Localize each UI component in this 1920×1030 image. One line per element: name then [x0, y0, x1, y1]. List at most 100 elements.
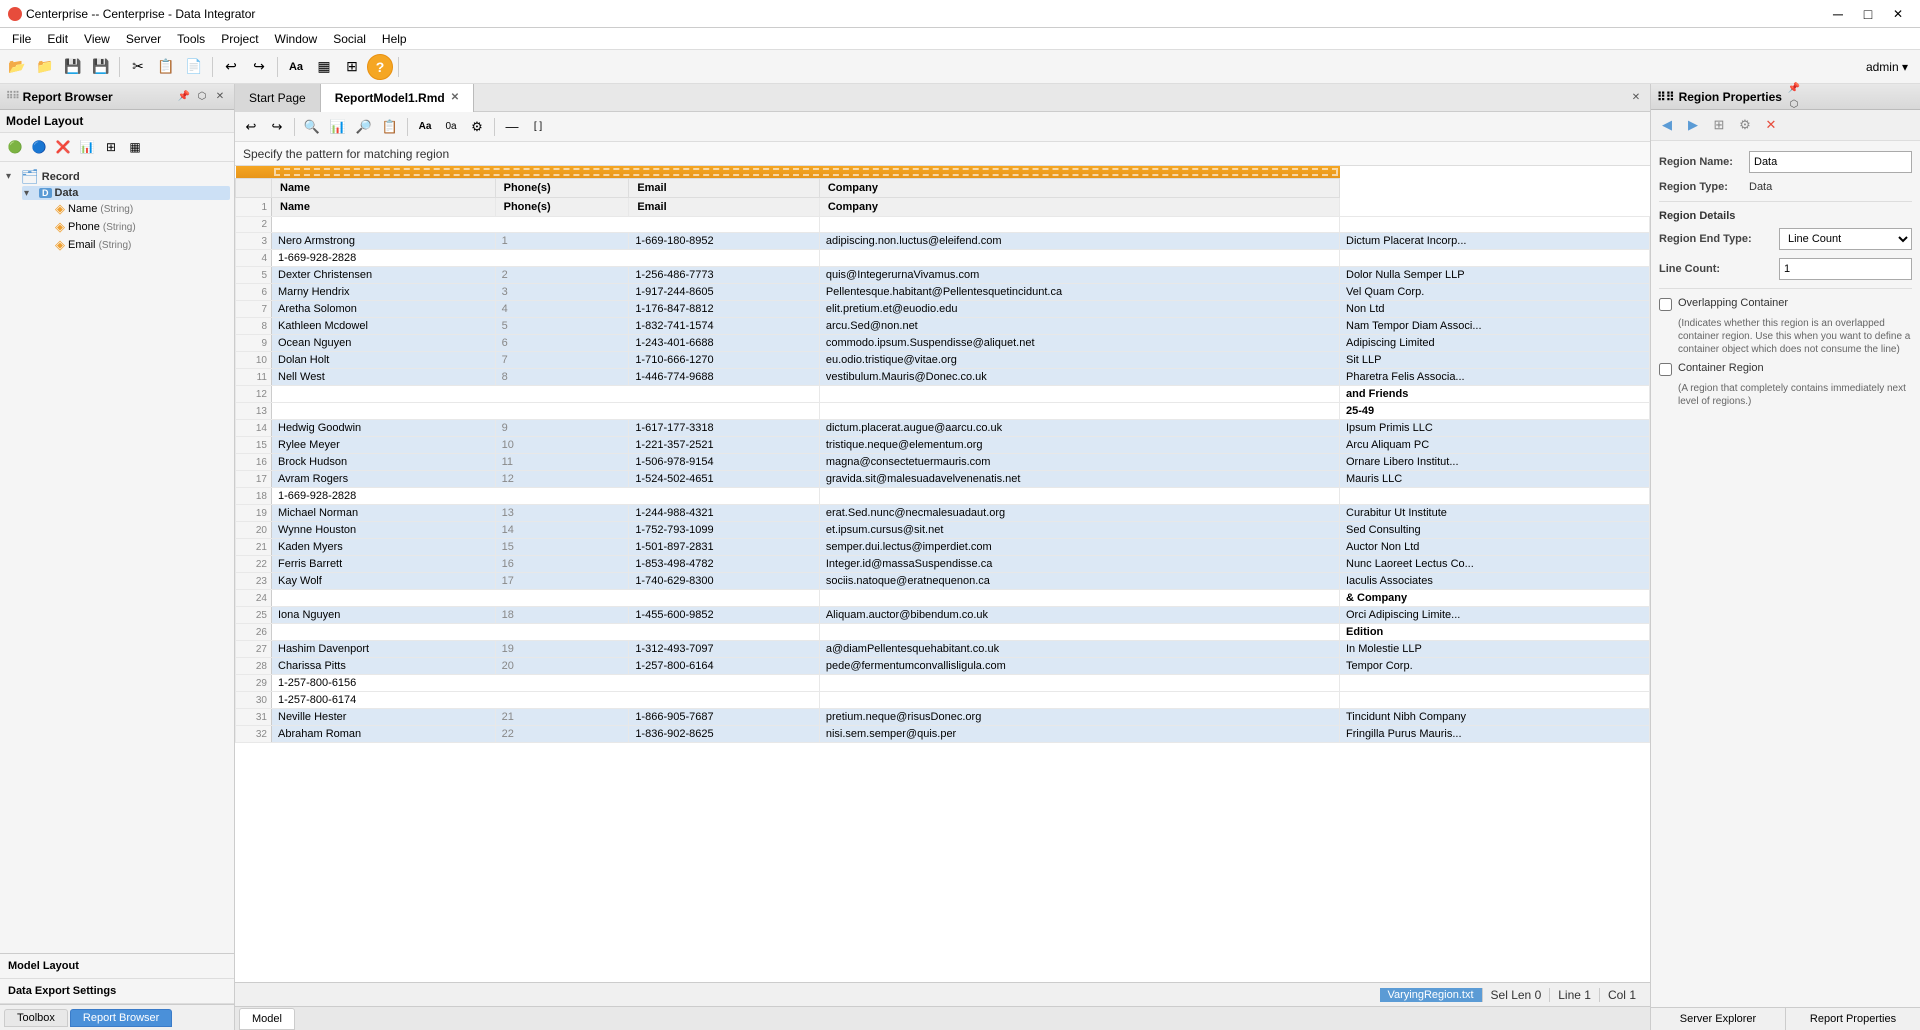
- container-region-desc: (A region that completely contains immed…: [1678, 382, 1912, 408]
- server-explorer-tab[interactable]: Server Explorer: [1651, 1008, 1786, 1030]
- new-button[interactable]: 📂: [4, 54, 30, 80]
- extra-company-cell: [1340, 250, 1650, 267]
- tab-report-model[interactable]: ReportModel1.Rmd ✕: [321, 84, 474, 112]
- rp-action-button[interactable]: ⊞: [1707, 113, 1731, 137]
- menu-server[interactable]: Server: [118, 30, 169, 48]
- menu-social[interactable]: Social: [325, 30, 374, 48]
- ct-bracket[interactable]: [ ]: [526, 115, 550, 139]
- ct-dash[interactable]: —: [500, 115, 524, 139]
- empty-cell2: [819, 403, 1339, 420]
- excel-button[interactable]: 📊: [76, 136, 98, 158]
- menu-window[interactable]: Window: [267, 30, 326, 48]
- panel-close-button[interactable]: ✕: [212, 89, 228, 105]
- region-type-value: Data: [1749, 181, 1772, 193]
- index-cell: 21: [495, 709, 629, 726]
- admin-dropdown[interactable]: admin ▾: [1858, 58, 1916, 76]
- field-icon-email: ◈: [55, 237, 65, 253]
- email-cell: et.ipsum.cursus@sit.net: [819, 522, 1339, 539]
- tree-field-phone[interactable]: ◈ Phone (String): [38, 218, 230, 236]
- redo-button[interactable]: ↪: [246, 54, 272, 80]
- extra-company-cell: Edition: [1340, 624, 1650, 641]
- grid-table: Name Phone(s) Email Company 1NamePhone(s…: [235, 166, 1650, 743]
- menu-view[interactable]: View: [76, 30, 118, 48]
- name-cell: Dexter Christensen: [272, 267, 496, 284]
- help-button[interactable]: ?: [367, 54, 393, 80]
- phone-cell: 1-455-600-9852: [629, 607, 820, 624]
- save-all-button[interactable]: 💾: [88, 54, 114, 80]
- container-region-checkbox[interactable]: [1659, 363, 1672, 376]
- close-button[interactable]: ✕: [1884, 3, 1912, 25]
- phone-cell: 1-501-897-2831: [629, 539, 820, 556]
- copy-button[interactable]: 📋: [153, 54, 179, 80]
- left-panel: ⠿⠿ Report Browser 📌 ⬡ ✕ Model Layout 🟢 🔵…: [0, 84, 235, 1030]
- panel-float-button[interactable]: ⬡: [194, 89, 210, 105]
- tab-toolbox[interactable]: Toolbox: [4, 1009, 68, 1027]
- index-cell: 22: [495, 726, 629, 743]
- rp-settings-button[interactable]: ⚙: [1733, 113, 1757, 137]
- ct-aa[interactable]: Aa: [413, 115, 437, 139]
- menu-edit[interactable]: Edit: [39, 30, 76, 48]
- center-area: Start Page ReportModel1.Rmd ✕ ✕ ↩ ↪ 🔍 📊 …: [235, 84, 1650, 1030]
- footer-data-export[interactable]: Data Export Settings: [0, 979, 234, 1004]
- ct-find[interactable]: 🔍: [300, 115, 324, 139]
- report-properties-tab[interactable]: Report Properties: [1786, 1008, 1920, 1030]
- menu-help[interactable]: Help: [374, 30, 415, 48]
- region-end-type-select[interactable]: Line Count: [1779, 228, 1912, 250]
- menu-file[interactable]: File: [4, 30, 39, 48]
- ct-gear[interactable]: ⚙: [465, 115, 489, 139]
- tree-row-record[interactable]: ▾ 🗂 Record: [4, 167, 230, 186]
- tab-report-browser[interactable]: Report Browser: [70, 1009, 172, 1027]
- grid-button[interactable]: ▦: [311, 54, 337, 80]
- rp-forward-button[interactable]: ▶: [1681, 113, 1705, 137]
- table-button[interactable]: ⊞: [100, 136, 122, 158]
- panel-pin-button[interactable]: 📌: [176, 89, 192, 105]
- ct-clip[interactable]: 📋: [378, 115, 402, 139]
- empty-cell2: [819, 217, 1339, 233]
- company-cell: Arcu Aliquam PC: [1340, 437, 1650, 454]
- data-grid[interactable]: Name Phone(s) Email Company 1NamePhone(s…: [235, 166, 1650, 982]
- ct-0a[interactable]: 0a: [439, 115, 463, 139]
- rp-pin-button[interactable]: 📌: [1786, 81, 1802, 97]
- field-icon-phone: ◈: [55, 219, 65, 235]
- overlapping-container-label: Overlapping Container: [1678, 297, 1788, 309]
- tab-close-icon[interactable]: ✕: [451, 92, 459, 103]
- save-button[interactable]: 💾: [60, 54, 86, 80]
- tree-field-name[interactable]: ◈ Name (String): [38, 200, 230, 218]
- footer-model-layout[interactable]: Model Layout: [0, 954, 234, 979]
- line-count-input[interactable]: [1779, 258, 1912, 280]
- undo-button[interactable]: ↩: [218, 54, 244, 80]
- row-number-cell: 16: [236, 454, 272, 471]
- ct-undo[interactable]: ↩: [239, 115, 263, 139]
- add-blue-button[interactable]: 🔵: [28, 136, 50, 158]
- model-tab[interactable]: Model: [239, 1008, 295, 1030]
- tab-start-page[interactable]: Start Page: [235, 84, 321, 112]
- format-button[interactable]: ⊞: [339, 54, 365, 80]
- col-num-header: [236, 166, 272, 179]
- row-number-cell: 10: [236, 352, 272, 369]
- rp-back-button[interactable]: ◀: [1655, 113, 1679, 137]
- tree-row-data[interactable]: ▾ D Data: [22, 186, 230, 200]
- minimize-button[interactable]: ─: [1824, 3, 1852, 25]
- region-name-input[interactable]: [1749, 151, 1912, 173]
- add-green-button[interactable]: 🟢: [4, 136, 26, 158]
- font-button[interactable]: Aa: [283, 54, 309, 80]
- menu-project[interactable]: Project: [213, 30, 266, 48]
- region-end-type-field: Region End Type: Line Count: [1659, 228, 1912, 250]
- tabs-close-button[interactable]: ✕: [1628, 90, 1644, 106]
- open-button[interactable]: 📁: [32, 54, 58, 80]
- grid2-button[interactable]: ▦: [124, 136, 146, 158]
- ct-chart[interactable]: 📊: [326, 115, 350, 139]
- paste-button[interactable]: 📄: [181, 54, 207, 80]
- ct-redo[interactable]: ↪: [265, 115, 289, 139]
- menu-tools[interactable]: Tools: [169, 30, 213, 48]
- rp-delete-button[interactable]: ✕: [1759, 113, 1783, 137]
- tree-field-email[interactable]: ◈ Email (String): [38, 236, 230, 254]
- maximize-button[interactable]: □: [1854, 3, 1882, 25]
- overlapping-container-checkbox[interactable]: [1659, 298, 1672, 311]
- ct-zoom[interactable]: 🔎: [352, 115, 376, 139]
- rp-divider: [1659, 201, 1912, 202]
- email-cell: arcu.Sed@non.net: [819, 318, 1339, 335]
- cut-button[interactable]: ✂: [125, 54, 151, 80]
- company-cell: Dictum Placerat Incorp...: [1340, 233, 1650, 250]
- delete-button[interactable]: ❌: [52, 136, 74, 158]
